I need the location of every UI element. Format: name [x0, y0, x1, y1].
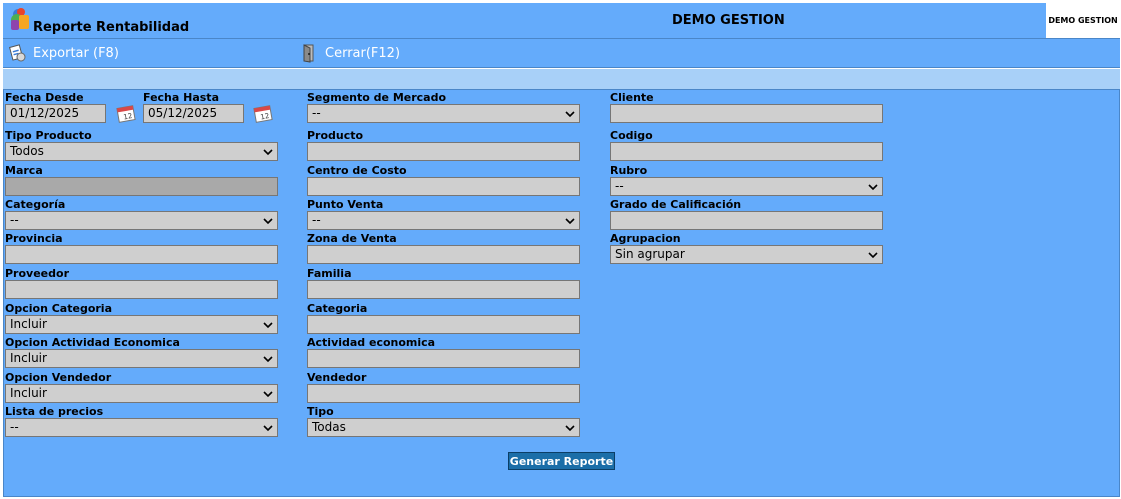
- agrupacion-select[interactable]: Sin agrupar: [610, 245, 883, 264]
- opcion-vendedor-select[interactable]: Incluir: [5, 384, 278, 403]
- svg-text:12: 12: [260, 112, 270, 121]
- familia-input[interactable]: [307, 280, 580, 299]
- exit-door-icon: [303, 44, 314, 63]
- actividad-economica-input[interactable]: [307, 349, 580, 368]
- centro-costo-input[interactable]: [307, 177, 580, 196]
- app-logo-icon: [11, 8, 29, 30]
- chevron-down-icon: [565, 110, 575, 117]
- lista-precios-select[interactable]: --: [5, 418, 278, 437]
- tipo-select[interactable]: Todas: [307, 418, 580, 437]
- chevron-down-icon: [565, 217, 575, 224]
- opcion-categoria-value: Incluir: [10, 317, 47, 331]
- fecha-desde-label: Fecha Desde: [5, 91, 84, 104]
- punto-venta-value: --: [312, 213, 321, 227]
- chevron-down-icon: [263, 148, 273, 155]
- calendar-icon[interactable]: 12: [115, 103, 139, 125]
- rubro-label: Rubro: [610, 164, 648, 177]
- segmento-mercado-select[interactable]: --: [307, 104, 580, 123]
- close-label: Cerrar(F12): [325, 45, 401, 61]
- opcion-categoria-select[interactable]: Incluir: [5, 315, 278, 334]
- close-button[interactable]: Cerrar(F12): [299, 43, 400, 63]
- marca-label: Marca: [5, 164, 43, 177]
- grado-calificacion-input[interactable]: [610, 211, 883, 230]
- codigo-input[interactable]: [610, 142, 883, 161]
- company-name: DEMO GESTION: [672, 13, 785, 28]
- opcion-vendedor-value: Incluir: [10, 386, 47, 400]
- rubro-value: --: [615, 179, 624, 193]
- agrupacion-value: Sin agrupar: [615, 247, 685, 261]
- cliente-label: Cliente: [610, 91, 654, 104]
- chevron-down-icon: [263, 321, 273, 328]
- opcion-vendedor-label: Opcion Vendedor: [5, 371, 112, 384]
- zona-venta-input[interactable]: [307, 245, 580, 264]
- proveedor-input[interactable]: [5, 280, 278, 299]
- calendar-icon[interactable]: 12: [252, 103, 276, 125]
- producto-label: Producto: [307, 129, 364, 142]
- company-logo: DEMO GESTION: [1046, 3, 1120, 38]
- export-icon: [9, 44, 26, 62]
- categoria-input[interactable]: [307, 315, 580, 334]
- punto-venta-select[interactable]: --: [307, 211, 580, 230]
- chevron-down-icon: [263, 217, 273, 224]
- fecha-hasta-input[interactable]: 05/12/2025: [143, 104, 244, 123]
- segmento-mercado-value: --: [312, 106, 321, 120]
- opcion-categoria-label: Opcion Categoria: [5, 302, 112, 315]
- punto-venta-label: Punto Venta: [307, 198, 384, 211]
- rubro-select[interactable]: --: [610, 177, 883, 196]
- proveedor-label: Proveedor: [5, 267, 69, 280]
- tipo-value: Todas: [312, 420, 346, 434]
- chevron-down-icon: [263, 390, 273, 397]
- opcion-actividad-value: Incluir: [10, 351, 47, 365]
- marca-input: [5, 177, 278, 196]
- tipo-label: Tipo: [307, 405, 334, 418]
- app-title: Reporte Rentabilidad: [33, 20, 190, 35]
- fecha-desde-input[interactable]: 01/12/2025: [5, 104, 106, 123]
- chevron-down-icon: [263, 355, 273, 362]
- lista-precios-label: Lista de precios: [5, 405, 104, 418]
- tipo-producto-value: Todos: [10, 144, 44, 158]
- categoria-select[interactable]: --: [5, 211, 278, 230]
- lista-precios-value: --: [10, 420, 19, 434]
- grado-calificacion-label: Grado de Calificación: [610, 198, 742, 211]
- familia-label: Familia: [307, 267, 352, 280]
- centro-costo-label: Centro de Costo: [307, 164, 407, 177]
- vendedor-label: Vendedor: [307, 371, 367, 384]
- categoria-select-value: --: [10, 213, 19, 227]
- segmento-mercado-label: Segmento de Mercado: [307, 91, 447, 104]
- svg-text:12: 12: [123, 112, 133, 121]
- tipo-producto-select[interactable]: Todos: [5, 142, 278, 161]
- categoria-label: Categoria: [307, 302, 368, 315]
- export-button[interactable]: Exportar (F8): [7, 43, 119, 63]
- zona-venta-label: Zona de Venta: [307, 232, 397, 245]
- tipo-producto-label: Tipo Producto: [5, 129, 92, 142]
- vendedor-input[interactable]: [307, 384, 580, 403]
- provincia-label: Provincia: [5, 232, 63, 245]
- report-filter-form: Fecha Desde 01/12/2025 12 Fecha Hasta 05…: [3, 89, 1120, 497]
- codigo-label: Codigo: [610, 129, 653, 142]
- actividad-economica-label: Actividad economica: [307, 336, 436, 349]
- generate-report-button[interactable]: Generar Reporte: [508, 452, 615, 470]
- opcion-actividad-select[interactable]: Incluir: [5, 349, 278, 368]
- producto-input[interactable]: [307, 142, 580, 161]
- cliente-input[interactable]: [610, 104, 883, 123]
- export-label: Exportar (F8): [33, 45, 119, 61]
- separator-strip: [3, 69, 1120, 89]
- toolbar: Exportar (F8) Cerrar(F12): [3, 38, 1120, 68]
- opcion-actividad-label: Opcion Actividad Economica: [5, 336, 180, 349]
- categoria-select-label: Categoría: [5, 198, 66, 211]
- provincia-input[interactable]: [5, 245, 278, 264]
- agrupacion-label: Agrupacion: [610, 232, 681, 245]
- fecha-hasta-label: Fecha Hasta: [143, 91, 219, 104]
- chevron-down-icon: [565, 424, 575, 431]
- chevron-down-icon: [868, 251, 878, 258]
- chevron-down-icon: [868, 183, 878, 190]
- app-header: Reporte Rentabilidad DEMO GESTION DEMO G…: [3, 3, 1120, 38]
- chevron-down-icon: [263, 424, 273, 431]
